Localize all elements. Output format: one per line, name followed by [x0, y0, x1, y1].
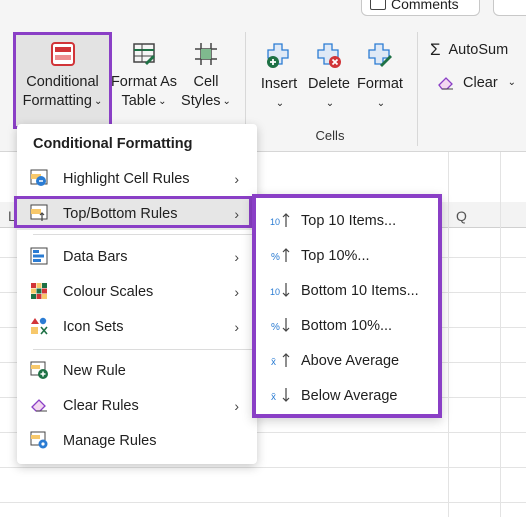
cf-label-line1: Conditional [26, 74, 99, 90]
menu-divider [33, 234, 259, 235]
chevron-right-icon: › [234, 318, 239, 335]
comment-icon [370, 0, 386, 10]
submenu-item-above-average[interactable]: x̄ Above Average [256, 343, 438, 378]
autosum-button[interactable]: Σ AutoSum [430, 40, 508, 60]
comments-button[interactable]: Comments [361, 0, 480, 16]
delete-button[interactable]: Delete ⌄ [305, 41, 353, 114]
cell-styles-icon [195, 43, 217, 65]
conditional-formatting-icon [50, 42, 75, 66]
menu-item-data-bars[interactable]: Data Bars › [17, 240, 257, 273]
submenu-item-label: Top 10%... [301, 247, 370, 264]
icon-sets-icon [31, 317, 48, 335]
menu-item-colour-scales[interactable]: Colour Scales › [17, 275, 257, 308]
menu-item-icon-sets[interactable]: Icon Sets › [17, 310, 257, 343]
bottom-10-percent-icon: % [271, 318, 290, 333]
submenu-item-label: Top 10 Items... [301, 212, 397, 229]
column-header-q: Q [456, 208, 467, 224]
submenu-item-label: Bottom 10 Items... [301, 282, 419, 299]
above-average-glyph: x̄ [271, 357, 276, 368]
submenu-item-below-average[interactable]: x̄ Below Average [256, 378, 438, 413]
below-average-icon: x̄ [271, 388, 290, 403]
chevron-down-icon: ⌄ [376, 98, 386, 109]
fat-label-line1: Format As [110, 74, 178, 90]
ribbon-separator [417, 32, 418, 146]
highlight-cells-icon [30, 169, 48, 186]
below-average-glyph: x̄ [271, 392, 276, 403]
menu-title: Conditional Formatting [33, 136, 193, 152]
comments-label: Comments [391, 0, 459, 12]
bottom-10-percent-glyph: % [271, 322, 280, 333]
cs-label-line1: Cell [193, 74, 219, 90]
format-as-table-button[interactable]: Format As Table ⌄ [110, 41, 178, 112]
share-button[interactable] [493, 0, 526, 16]
cs-label-line2: Styles [181, 93, 221, 109]
submenu-item-label: Below Average [301, 387, 398, 404]
submenu-item-label: Above Average [301, 352, 400, 369]
format-button[interactable]: Format ⌄ [354, 41, 406, 114]
submenu-item-top-10-items[interactable]: 10 Top 10 Items... [256, 203, 438, 238]
menu-item-label: Highlight Cell Rules [63, 170, 190, 187]
clear-rules-icon [31, 399, 47, 412]
chevron-down-icon: ⌄ [158, 96, 167, 107]
cell-styles-button[interactable]: Cell Styles ⌄ [178, 41, 234, 112]
clear-button[interactable]: Clear ⌄ [437, 75, 516, 91]
insert-label: Insert [260, 76, 298, 92]
menu-item-label: Icon Sets [63, 318, 124, 335]
bottom-10-items-icon: 10 [270, 283, 290, 297]
top-10-percent-glyph: % [271, 252, 280, 263]
conditional-formatting-button[interactable]: Conditional Formatting ⌄ [16, 41, 109, 112]
top-bottom-rules-highlight [14, 196, 252, 228]
format-label: Format [357, 76, 403, 92]
chevron-right-icon: › [234, 397, 239, 414]
sigma-icon: Σ [430, 40, 441, 59]
eraser-icon [438, 77, 453, 90]
clear-label: Clear [463, 75, 498, 91]
submenu-item-top-10-percent[interactable]: % Top 10%... [256, 238, 438, 273]
chevron-down-icon: ⌄ [325, 98, 335, 109]
chevron-down-icon: ⌄ [222, 96, 231, 107]
manage-rules-icon [30, 431, 48, 449]
bottom-10-items-glyph: 10 [270, 287, 280, 297]
conditional-formatting-menu: Conditional Formatting Highlight Cell Ru… [17, 124, 259, 464]
delete-label: Delete [308, 76, 350, 92]
menu-item-manage-rules[interactable]: Manage Rules [17, 424, 257, 457]
menu-item-clear-rules[interactable]: Clear Rules › [17, 389, 257, 422]
grid-col-line [500, 152, 501, 517]
menu-item-label: Manage Rules [63, 432, 157, 449]
chevron-down-icon: ⌄ [93, 96, 103, 107]
data-bars-icon [30, 247, 48, 265]
format-cells-icon [368, 43, 392, 67]
cf-label-line2: Formatting [22, 93, 92, 109]
delete-cells-icon [317, 43, 341, 68]
above-average-icon: x̄ [271, 353, 290, 368]
chevron-right-icon: › [234, 170, 239, 187]
chevron-down-icon: ⌄ [275, 98, 285, 109]
menu-item-label: Colour Scales [63, 283, 154, 300]
autosum-label: AutoSum [448, 42, 509, 58]
menu-item-label: Data Bars [63, 248, 128, 265]
submenu-item-bottom-10-percent[interactable]: % Bottom 10%... [256, 308, 438, 343]
top-10-items-glyph: 10 [270, 217, 280, 227]
chevron-right-icon: › [234, 283, 239, 300]
insert-button[interactable]: Insert ⌄ [256, 41, 302, 114]
chevron-down-icon: ⌄ [507, 76, 517, 88]
format-as-table-icon [133, 43, 155, 65]
grid-col-line [448, 152, 449, 517]
menu-divider [33, 349, 259, 350]
colour-scales-icon [31, 283, 47, 299]
cells-group-label: Cells [315, 128, 345, 143]
chevron-right-icon: › [234, 248, 239, 265]
top-10-percent-icon: % [271, 248, 290, 263]
new-rule-icon [30, 361, 48, 379]
submenu-item-bottom-10-items[interactable]: 10 Bottom 10 Items... [256, 273, 438, 308]
menu-item-highlight-cell-rules[interactable]: Highlight Cell Rules › [17, 162, 257, 195]
submenu-item-label: Bottom 10%... [301, 317, 393, 334]
menu-item-label: Clear Rules [63, 397, 139, 414]
fat-label-line2: Table [121, 93, 157, 109]
top-bottom-rules-submenu: 10 Top 10 Items... % Top 10%... 10 Botto… [252, 194, 442, 418]
menu-item-new-rule[interactable]: New Rule [17, 354, 257, 387]
menu-item-label: New Rule [63, 362, 126, 379]
insert-cells-icon [267, 43, 289, 68]
top-10-items-icon: 10 [270, 213, 290, 227]
